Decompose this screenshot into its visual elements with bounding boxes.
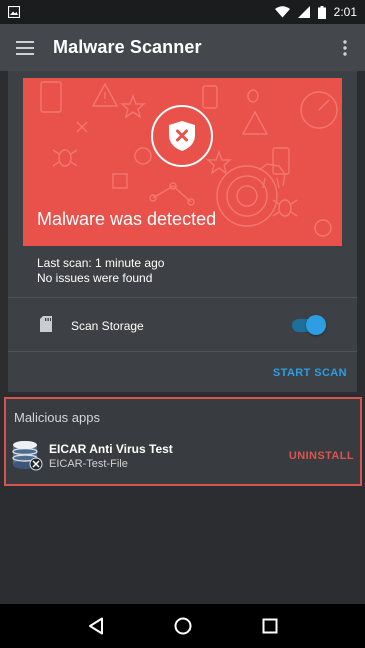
image-icon <box>8 6 20 18</box>
scan-storage-label: Scan Storage <box>71 319 144 333</box>
status-bar: 2:01 <box>0 0 365 24</box>
start-scan-button[interactable]: START SCAN <box>273 367 347 379</box>
sd-card-icon <box>40 316 52 337</box>
divider <box>8 297 357 298</box>
app-name: EICAR Anti Virus Test <box>49 442 173 456</box>
malicious-apps-heading: Malicious apps <box>14 410 100 425</box>
navigation-bar <box>0 604 365 648</box>
issues-text: No issues were found <box>37 271 153 285</box>
scan-storage-toggle[interactable] <box>290 315 326 335</box>
back-icon[interactable] <box>76 606 116 646</box>
shield-x-icon <box>151 105 213 167</box>
malware-alert-banner: Malware was detected <box>23 78 342 246</box>
app-toolbar: Malware Scanner <box>0 24 365 71</box>
malware-detected-message: Malware was detected <box>37 209 217 229</box>
uninstall-button[interactable]: UNINSTALL <box>289 450 354 462</box>
signal-icon <box>297 6 310 18</box>
more-vert-icon[interactable] <box>325 24 365 71</box>
wifi-icon <box>274 6 290 18</box>
page-title: Malware Scanner <box>53 37 202 57</box>
recents-icon[interactable] <box>250 606 290 646</box>
scan-status-card: Malware was detected Last scan: 1 minute… <box>8 71 357 392</box>
divider <box>8 351 357 352</box>
hamburger-menu-icon[interactable] <box>1 24 49 71</box>
malicious-apps-section: Malicious apps EICAR Anti Virus Test EIC… <box>4 397 362 486</box>
last-scan-text: Last scan: 1 minute ago <box>37 256 165 270</box>
home-icon[interactable] <box>163 606 203 646</box>
clock: 2:01 <box>333 5 357 19</box>
app-package: EICAR-Test-File <box>49 458 128 470</box>
battery-icon <box>317 5 326 19</box>
toggle-thumb <box>306 315 326 335</box>
database-icon <box>11 439 43 476</box>
